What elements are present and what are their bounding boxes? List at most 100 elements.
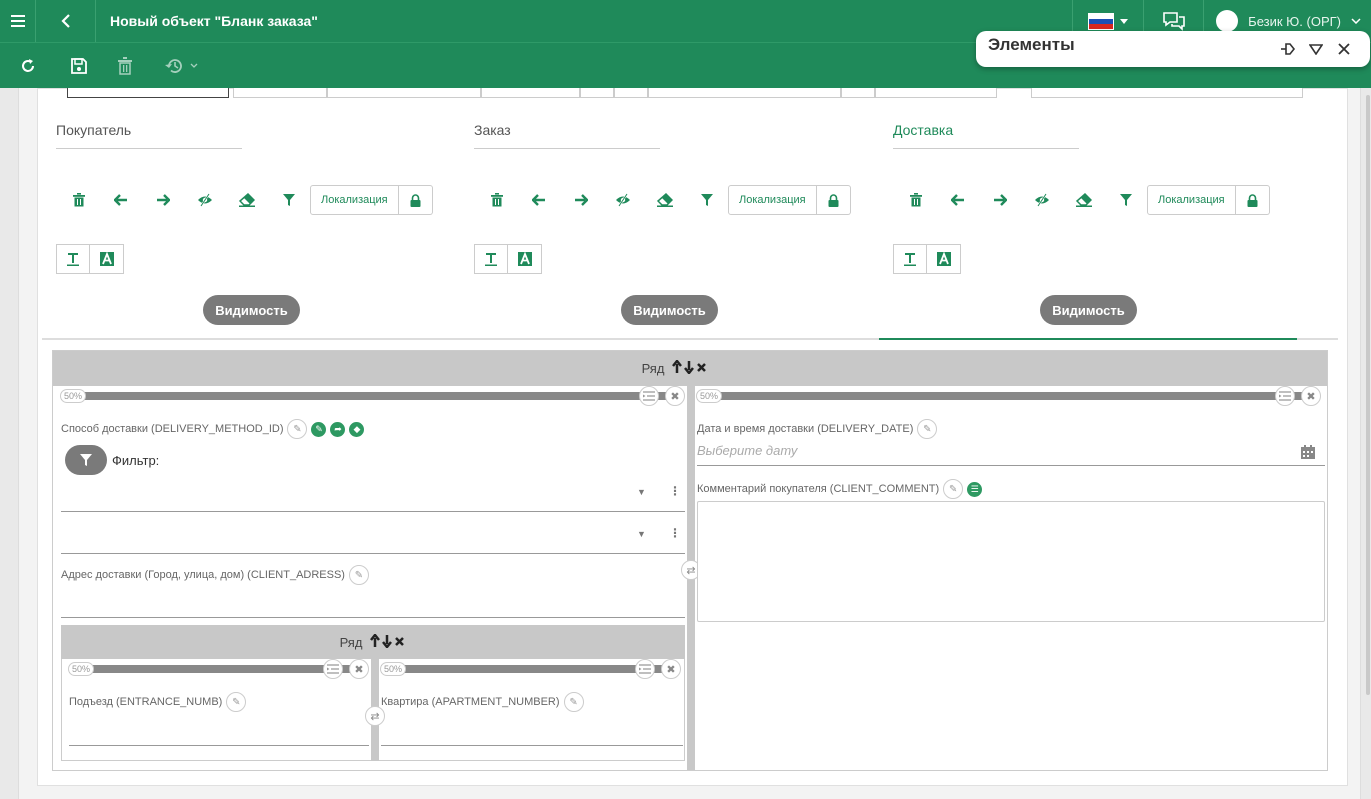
- edit-icon[interactable]: ✎: [943, 479, 964, 499]
- lock-icon[interactable]: [816, 185, 851, 215]
- filter-icon[interactable]: [268, 185, 310, 215]
- text-format-icon[interactable]: [893, 244, 927, 274]
- text-color-icon[interactable]: [508, 244, 542, 274]
- user-menu[interactable]: Безик Ю. (ОРГ): [1204, 10, 1371, 32]
- section-title[interactable]: Доставка: [893, 122, 1079, 149]
- cut-field: [614, 88, 648, 98]
- arrow-left-icon[interactable]: [937, 185, 979, 215]
- input-underline: [69, 745, 369, 746]
- column-width-bar[interactable]: [697, 392, 1305, 400]
- arrow-right-icon[interactable]: [979, 185, 1021, 215]
- save-icon[interactable]: [56, 43, 102, 89]
- eye-slash-icon[interactable]: [602, 185, 644, 215]
- visibility-button[interactable]: Видимость: [203, 295, 300, 325]
- pencil-icon[interactable]: ✎: [311, 421, 327, 437]
- cut-field: [233, 88, 327, 98]
- lock-icon[interactable]: [398, 185, 433, 215]
- column-width-bar[interactable]: [61, 392, 677, 400]
- delete-icon[interactable]: [102, 43, 148, 89]
- arrow-left-icon[interactable]: [100, 185, 142, 215]
- back-icon[interactable]: [36, 0, 96, 42]
- text-format-icon[interactable]: [56, 244, 90, 274]
- row-controls[interactable]: [672, 358, 708, 377]
- localization-button[interactable]: Локализация: [728, 185, 817, 215]
- visibility-button[interactable]: Видимость: [621, 295, 718, 325]
- section-title[interactable]: Заказ: [474, 122, 660, 149]
- scrollbar[interactable]: [1366, 95, 1370, 695]
- column-close-icon[interactable]: ✖: [661, 659, 681, 679]
- field-delivery-method[interactable]: Способ доставки (DELIVERY_METHOD_ID) ✎ ✎…: [61, 419, 365, 439]
- share-icon[interactable]: ➦: [330, 421, 346, 437]
- localization-button[interactable]: Локализация: [1147, 185, 1236, 215]
- edit-icon[interactable]: ✎: [917, 419, 938, 439]
- close-icon[interactable]: [1330, 35, 1358, 63]
- column-settings-icon[interactable]: [639, 386, 659, 406]
- column-close-icon[interactable]: ✖: [665, 386, 685, 406]
- field-label: Квартира (APARTMENT_NUMBER): [381, 696, 560, 708]
- arrow-right-icon[interactable]: [142, 185, 184, 215]
- filter-icon[interactable]: [686, 185, 728, 215]
- dropdown-arrow-icon[interactable]: ▼: [637, 529, 646, 539]
- cut-field: [327, 88, 481, 98]
- chevron-down-icon: [1351, 18, 1361, 24]
- edit-icon[interactable]: ✎: [287, 419, 308, 439]
- section-buyer: Покупатель Локализация Видимость: [56, 122, 456, 325]
- section-title[interactable]: Покупатель: [56, 122, 242, 149]
- trash-icon[interactable]: [895, 185, 937, 215]
- eraser-icon[interactable]: ◆: [349, 421, 365, 437]
- kebab-menu-icon[interactable]: ⋮: [669, 526, 681, 540]
- eraser-icon[interactable]: [226, 185, 268, 215]
- row-controls[interactable]: [370, 632, 406, 651]
- kebab-menu-icon[interactable]: ⋮: [669, 484, 681, 498]
- field-client-comment[interactable]: Комментарий покупателя (CLIENT_COMMENT) …: [697, 479, 983, 499]
- edit-icon[interactable]: ✎: [226, 692, 247, 712]
- history-icon[interactable]: [148, 43, 214, 89]
- list-icon[interactable]: ☰: [967, 481, 983, 497]
- cut-field: [875, 88, 997, 98]
- comment-textarea[interactable]: [697, 501, 1325, 622]
- eraser-icon[interactable]: [644, 185, 686, 215]
- field-apartment[interactable]: Квартира (APARTMENT_NUMBER) ✎: [381, 692, 584, 712]
- field-label: Подъезд (ENTRANCE_NUMB): [69, 696, 223, 708]
- filter-button[interactable]: [65, 445, 107, 475]
- elements-panel-title: Элементы: [988, 35, 1075, 54]
- eye-slash-icon[interactable]: [184, 185, 226, 215]
- nested-row-header[interactable]: Ряд: [61, 625, 685, 659]
- chevron-down-icon: [190, 63, 198, 68]
- column-settings-icon[interactable]: [1275, 386, 1295, 406]
- visibility-button[interactable]: Видимость: [1040, 295, 1137, 325]
- calendar-icon[interactable]: [1301, 445, 1315, 464]
- edit-icon[interactable]: ✎: [563, 692, 584, 712]
- field-client-address[interactable]: Адрес доставки (Город, улица, дом) (CLIE…: [61, 565, 369, 585]
- date-input[interactable]: Выберите дату: [697, 443, 797, 458]
- select-underline: [61, 553, 685, 554]
- eye-slash-icon[interactable]: [1021, 185, 1063, 215]
- column-width-bar[interactable]: [69, 665, 361, 673]
- filter-icon[interactable]: [1105, 185, 1147, 215]
- column-close-icon[interactable]: ✖: [349, 659, 369, 679]
- arrow-left-icon[interactable]: [518, 185, 560, 215]
- lock-icon[interactable]: [1235, 185, 1270, 215]
- dropdown-arrow-icon[interactable]: ▼: [637, 487, 646, 497]
- column-percent: 50%: [696, 389, 723, 403]
- column-settings-icon[interactable]: [323, 659, 343, 679]
- collapse-icon[interactable]: [1302, 35, 1330, 63]
- menu-icon[interactable]: [0, 0, 36, 42]
- column-close-icon[interactable]: ✖: [1301, 386, 1321, 406]
- text-format-icon[interactable]: [474, 244, 508, 274]
- trash-icon[interactable]: [476, 185, 518, 215]
- refresh-icon[interactable]: [0, 43, 56, 89]
- text-color-icon[interactable]: [927, 244, 961, 274]
- column-settings-icon[interactable]: [635, 659, 655, 679]
- column-width-bar[interactable]: [381, 665, 677, 673]
- eraser-icon[interactable]: [1063, 185, 1105, 215]
- localization-button[interactable]: Локализация: [310, 185, 399, 215]
- row-header[interactable]: Ряд: [53, 351, 1327, 386]
- field-entrance[interactable]: Подъезд (ENTRANCE_NUMB) ✎: [69, 692, 247, 712]
- field-delivery-date[interactable]: Дата и время доставки (DELIVERY_DATE) ✎: [697, 419, 938, 439]
- trash-icon[interactable]: [58, 185, 100, 215]
- arrow-right-icon[interactable]: [560, 185, 602, 215]
- edit-icon[interactable]: ✎: [348, 565, 369, 585]
- pin-icon[interactable]: [1274, 35, 1302, 63]
- text-color-icon[interactable]: [90, 244, 124, 274]
